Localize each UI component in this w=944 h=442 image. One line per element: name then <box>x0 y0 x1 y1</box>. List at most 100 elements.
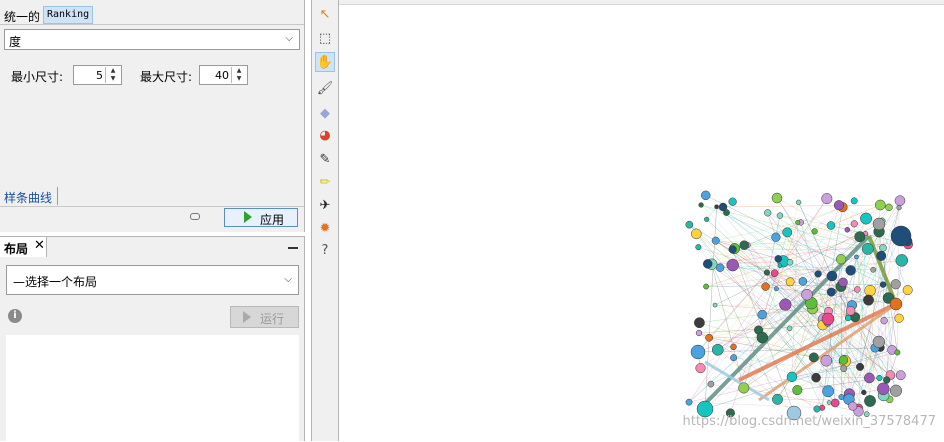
chevron-down-icon: ⌵ <box>285 33 293 44</box>
graph-node <box>793 385 802 394</box>
graph-node <box>730 354 736 360</box>
ranking-mode-label: 统一的 <box>4 8 40 25</box>
graph-node <box>786 278 794 286</box>
graph-node <box>801 289 812 300</box>
graph-toolbar: ↖ ⬚ ✋ 🖌 ◆◕ ✎ ✏ ✈ ✹? <box>311 0 339 441</box>
graph-node <box>896 254 908 266</box>
graph-node <box>848 402 857 411</box>
apply-button-label: 应用 <box>260 211 284 228</box>
max-size-label: 最大尺寸: <box>140 68 192 85</box>
graph-node <box>696 363 706 373</box>
graph-node <box>895 196 905 206</box>
graph-node <box>796 220 801 225</box>
diamond-icon[interactable]: ◆ <box>315 104 335 124</box>
graph-node <box>686 221 693 228</box>
graph-node <box>851 198 857 204</box>
graph-node <box>727 259 739 271</box>
spinner-buttons[interactable]: ▲ ▼ <box>105 67 120 83</box>
graph-node <box>703 284 708 289</box>
graph-node <box>777 213 783 219</box>
graph-node <box>771 270 778 277</box>
graph-node <box>873 336 885 348</box>
chevron-down-icon: ⌵ <box>284 274 292 285</box>
spin-up-icon[interactable]: ▲ <box>232 67 246 75</box>
color-palette-icon[interactable]: ◕ <box>315 126 335 146</box>
close-icon[interactable]: ✕ <box>34 238 45 253</box>
min-size-spinner[interactable]: 5 ▲ ▼ <box>73 65 122 85</box>
max-size-spinner[interactable]: 40 ▲ ▼ <box>199 65 248 85</box>
graph-node <box>772 193 782 203</box>
layout-panel: 布局 ✕ —选择一个布局 ⌵ i 运行 <box>0 236 305 441</box>
airplane-icon[interactable]: ✈ <box>315 196 335 216</box>
gear-icon[interactable]: ✹ <box>315 219 335 239</box>
graph-node <box>774 286 778 290</box>
run-button-label: 运行 <box>260 310 284 327</box>
run-button[interactable]: 运行 <box>230 306 299 328</box>
spinner-buttons[interactable]: ▲ ▼ <box>231 67 246 83</box>
graph-node <box>834 200 844 210</box>
spin-down-icon[interactable]: ▼ <box>232 75 246 83</box>
help-pointer-icon[interactable]: ? <box>315 241 335 261</box>
graph-node <box>787 326 792 331</box>
graph-node <box>846 265 856 275</box>
graph-node <box>827 288 835 296</box>
graph-node <box>822 313 834 325</box>
minimize-icon[interactable] <box>288 247 298 249</box>
spin-up-icon[interactable]: ▲ <box>106 67 120 75</box>
highlighter-icon[interactable]: ✏ <box>315 173 335 193</box>
graph-node <box>881 317 888 324</box>
graph-canvas[interactable]: https://blog.csdn.net/weixin_37578477 <box>339 0 944 441</box>
graph-node <box>877 383 889 395</box>
graph-node <box>880 282 886 288</box>
pointer-arrow-icon[interactable]: ↖ <box>315 5 335 25</box>
layout-properties-area <box>6 335 299 442</box>
link-chain-icon[interactable] <box>190 213 200 220</box>
ranking-header: 统一的 Ranking <box>0 2 304 25</box>
ranking-panel: 统一的 Ranking 度 ⌵ 最小尺寸: 5 ▲ ▼ 最大尺寸: 40 ▲ ▼… <box>0 0 305 232</box>
info-icon[interactable]: i <box>8 309 22 323</box>
drag-hand-icon[interactable]: ✋ <box>315 52 335 72</box>
graph-edge <box>723 205 880 207</box>
network-graph[interactable] <box>339 0 944 441</box>
graph-node <box>895 314 904 323</box>
layout-select-value: —选择一个布局 <box>13 273 97 290</box>
tab-layout[interactable]: 布局 ✕ <box>0 237 47 257</box>
graph-node <box>715 205 719 209</box>
max-size-value: 40 <box>215 69 229 82</box>
rectangle-select-icon[interactable]: ⬚ <box>315 29 335 49</box>
graph-node <box>780 299 792 311</box>
spin-down-icon[interactable]: ▼ <box>106 75 120 83</box>
ranking-attribute-select[interactable]: 度 ⌵ <box>4 29 300 50</box>
min-size-value: 5 <box>96 69 103 82</box>
graph-node <box>701 191 710 200</box>
graph-node <box>740 241 749 250</box>
graph-node <box>822 193 832 203</box>
apply-button[interactable]: 应用 <box>224 208 298 227</box>
graph-node <box>799 277 807 285</box>
graph-node <box>772 233 781 242</box>
spline-curve-link[interactable]: 样条曲线 <box>4 189 52 206</box>
graph-node <box>822 386 833 397</box>
graph-node <box>831 399 839 407</box>
pencil-icon[interactable]: ✎ <box>315 150 335 170</box>
graph-node <box>796 200 801 205</box>
brush-icon[interactable]: 🖌 <box>315 79 335 99</box>
watermark-text: https://blog.csdn.net/weixin_37578477 <box>682 414 936 429</box>
graph-node <box>812 373 821 382</box>
graph-node <box>694 318 704 328</box>
graph-node <box>787 259 793 265</box>
graph-node <box>757 332 768 343</box>
graph-node <box>845 315 851 321</box>
graph-node <box>839 356 848 365</box>
graph-node <box>883 377 890 384</box>
graph-node <box>821 355 832 366</box>
graph-node <box>886 204 893 211</box>
layout-algorithm-select[interactable]: —选择一个布局 ⌵ <box>6 265 299 295</box>
graph-node <box>841 365 847 371</box>
graph-node <box>809 353 818 362</box>
graph-node <box>719 203 727 211</box>
graph-node <box>895 350 900 355</box>
tab-ranking[interactable]: Ranking <box>43 6 93 24</box>
graph-node <box>827 400 831 404</box>
graph-node <box>880 244 887 251</box>
